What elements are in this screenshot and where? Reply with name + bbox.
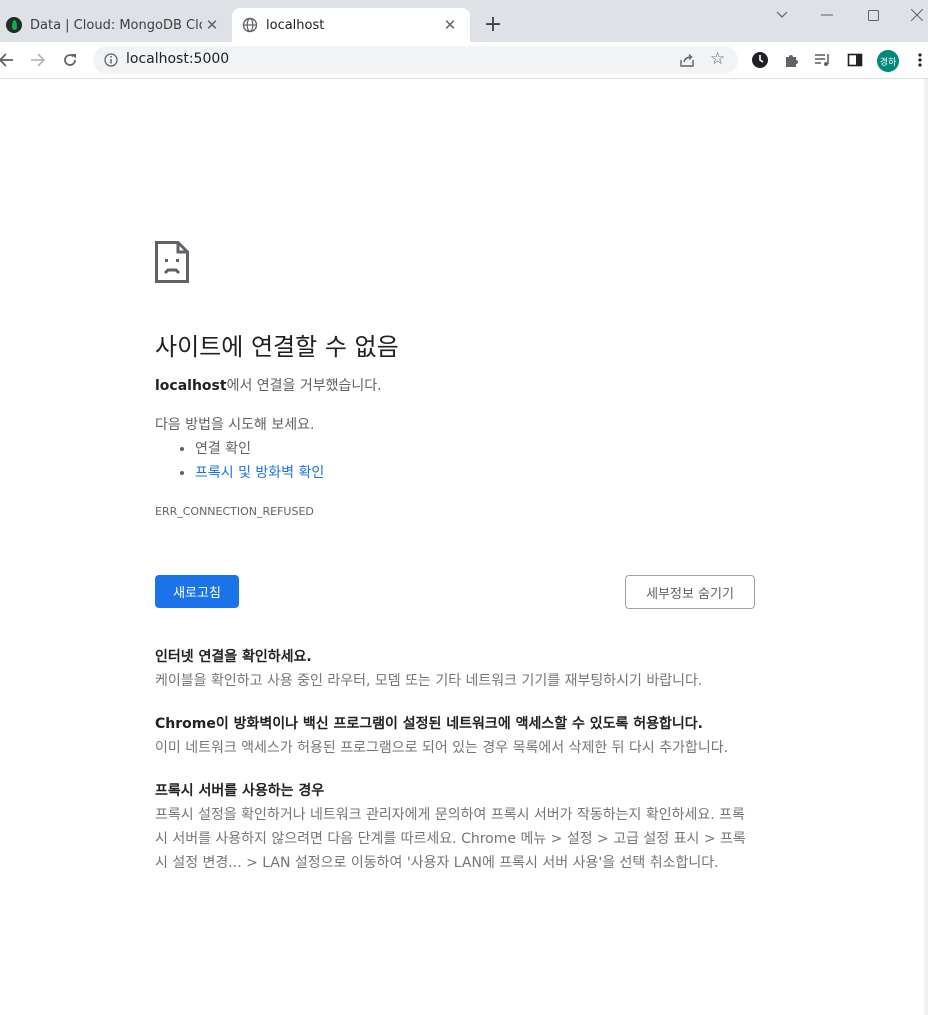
close-tab-icon[interactable]: ✕ <box>202 15 222 35</box>
detail-body: 프록시 설정을 확인하거나 네트워크 관리자에게 문의하여 프록시 서버가 작동… <box>155 807 746 871</box>
detail-body: 이미 네트워크 액세스가 허용된 프로그램으로 되어 있는 경우 목록에서 삭제… <box>155 740 729 756</box>
media-control-icon[interactable] <box>813 50 833 70</box>
error-code: ERR_CONNECTION_REFUSED <box>155 505 314 518</box>
try-label: 다음 방법을 시도해 보세요. <box>155 417 315 433</box>
url-text[interactable]: localhost:5000 <box>126 51 229 67</box>
suggestion-check-connection: 연결 확인 <box>195 437 324 461</box>
profile-avatar[interactable]: 경하 <box>877 50 899 72</box>
error-host: localhost <box>155 378 227 394</box>
maximize-icon[interactable] <box>858 4 888 26</box>
info-icon[interactable] <box>104 53 118 67</box>
detail-proxy: 프록시 서버를 사용하는 경우 프록시 설정을 확인하거나 네트워크 관리자에게… <box>155 779 755 875</box>
tab-search-icon[interactable] <box>767 4 797 26</box>
error-heading: 사이트에 연결할 수 없음 <box>155 333 399 361</box>
detail-firewall: Chrome이 방화벽이나 백신 프로그램이 설정된 네트워크에 액세스할 수 … <box>155 712 755 760</box>
minimize-icon[interactable] <box>812 4 842 26</box>
tab-title: localhost <box>266 17 325 33</box>
scrollbar[interactable] <box>924 79 928 1015</box>
side-panel-icon[interactable] <box>845 50 865 70</box>
error-message-text: 에서 연결을 거부했습니다. <box>226 378 382 394</box>
detail-title: 프록시 서버를 사용하는 경우 <box>155 783 325 799</box>
clock-extension-icon[interactable] <box>750 50 770 70</box>
detail-body: 케이블을 확인하고 사용 중인 라우터, 모뎀 또는 기타 네트워크 기기를 재… <box>155 673 703 689</box>
browser-toolbar: localhost:5000 ☆ 경하 <box>0 42 928 79</box>
tab-title: Data | Cloud: MongoDB Cloud <box>30 17 202 33</box>
address-bar[interactable]: localhost:5000 ☆ <box>93 46 738 74</box>
sad-page-icon <box>155 241 189 283</box>
tab-localhost[interactable]: localhost ✕ <box>232 8 470 42</box>
new-tab-button[interactable]: + <box>482 14 504 36</box>
mongodb-leaf-icon <box>6 17 22 33</box>
check-proxy-link[interactable]: 프록시 및 방화벽 확인 <box>195 465 324 481</box>
back-arrow-icon[interactable] <box>0 50 16 70</box>
close-window-icon[interactable] <box>902 4 928 26</box>
kebab-menu-icon[interactable] <box>910 50 928 70</box>
suggestion-list: 연결 확인 프록시 및 방화벽 확인 <box>155 437 324 485</box>
tab-mongodb-cloud[interactable]: Data | Cloud: MongoDB Cloud ✕ <box>0 8 232 42</box>
hide-details-button[interactable]: 세부정보 숨기기 <box>625 575 755 609</box>
extensions-puzzle-icon[interactable] <box>782 50 802 70</box>
detail-check-internet: 인터넷 연결을 확인하세요. 케이블을 확인하고 사용 중인 라우터, 모뎀 또… <box>155 645 755 693</box>
forward-arrow-icon[interactable] <box>28 50 48 70</box>
suggestion-check-proxy: 프록시 및 방화벽 확인 <box>195 461 324 485</box>
error-message: localhost에서 연결을 거부했습니다. <box>155 375 382 395</box>
globe-icon <box>242 17 258 33</box>
details-section: 인터넷 연결을 확인하세요. 케이블을 확인하고 사용 중인 라우터, 모뎀 또… <box>155 645 755 894</box>
close-tab-icon[interactable]: ✕ <box>440 15 460 35</box>
detail-title: 인터넷 연결을 확인하세요. <box>155 649 312 665</box>
bookmark-star-icon[interactable]: ☆ <box>710 49 725 69</box>
detail-title: Chrome이 방화벽이나 백신 프로그램이 설정된 네트워크에 액세스할 수 … <box>155 716 703 732</box>
reload-button[interactable]: 새로고침 <box>155 575 239 608</box>
share-icon[interactable] <box>679 52 695 68</box>
tab-strip: Data | Cloud: MongoDB Cloud ✕ localhost … <box>0 0 928 42</box>
reload-icon[interactable] <box>60 50 80 70</box>
